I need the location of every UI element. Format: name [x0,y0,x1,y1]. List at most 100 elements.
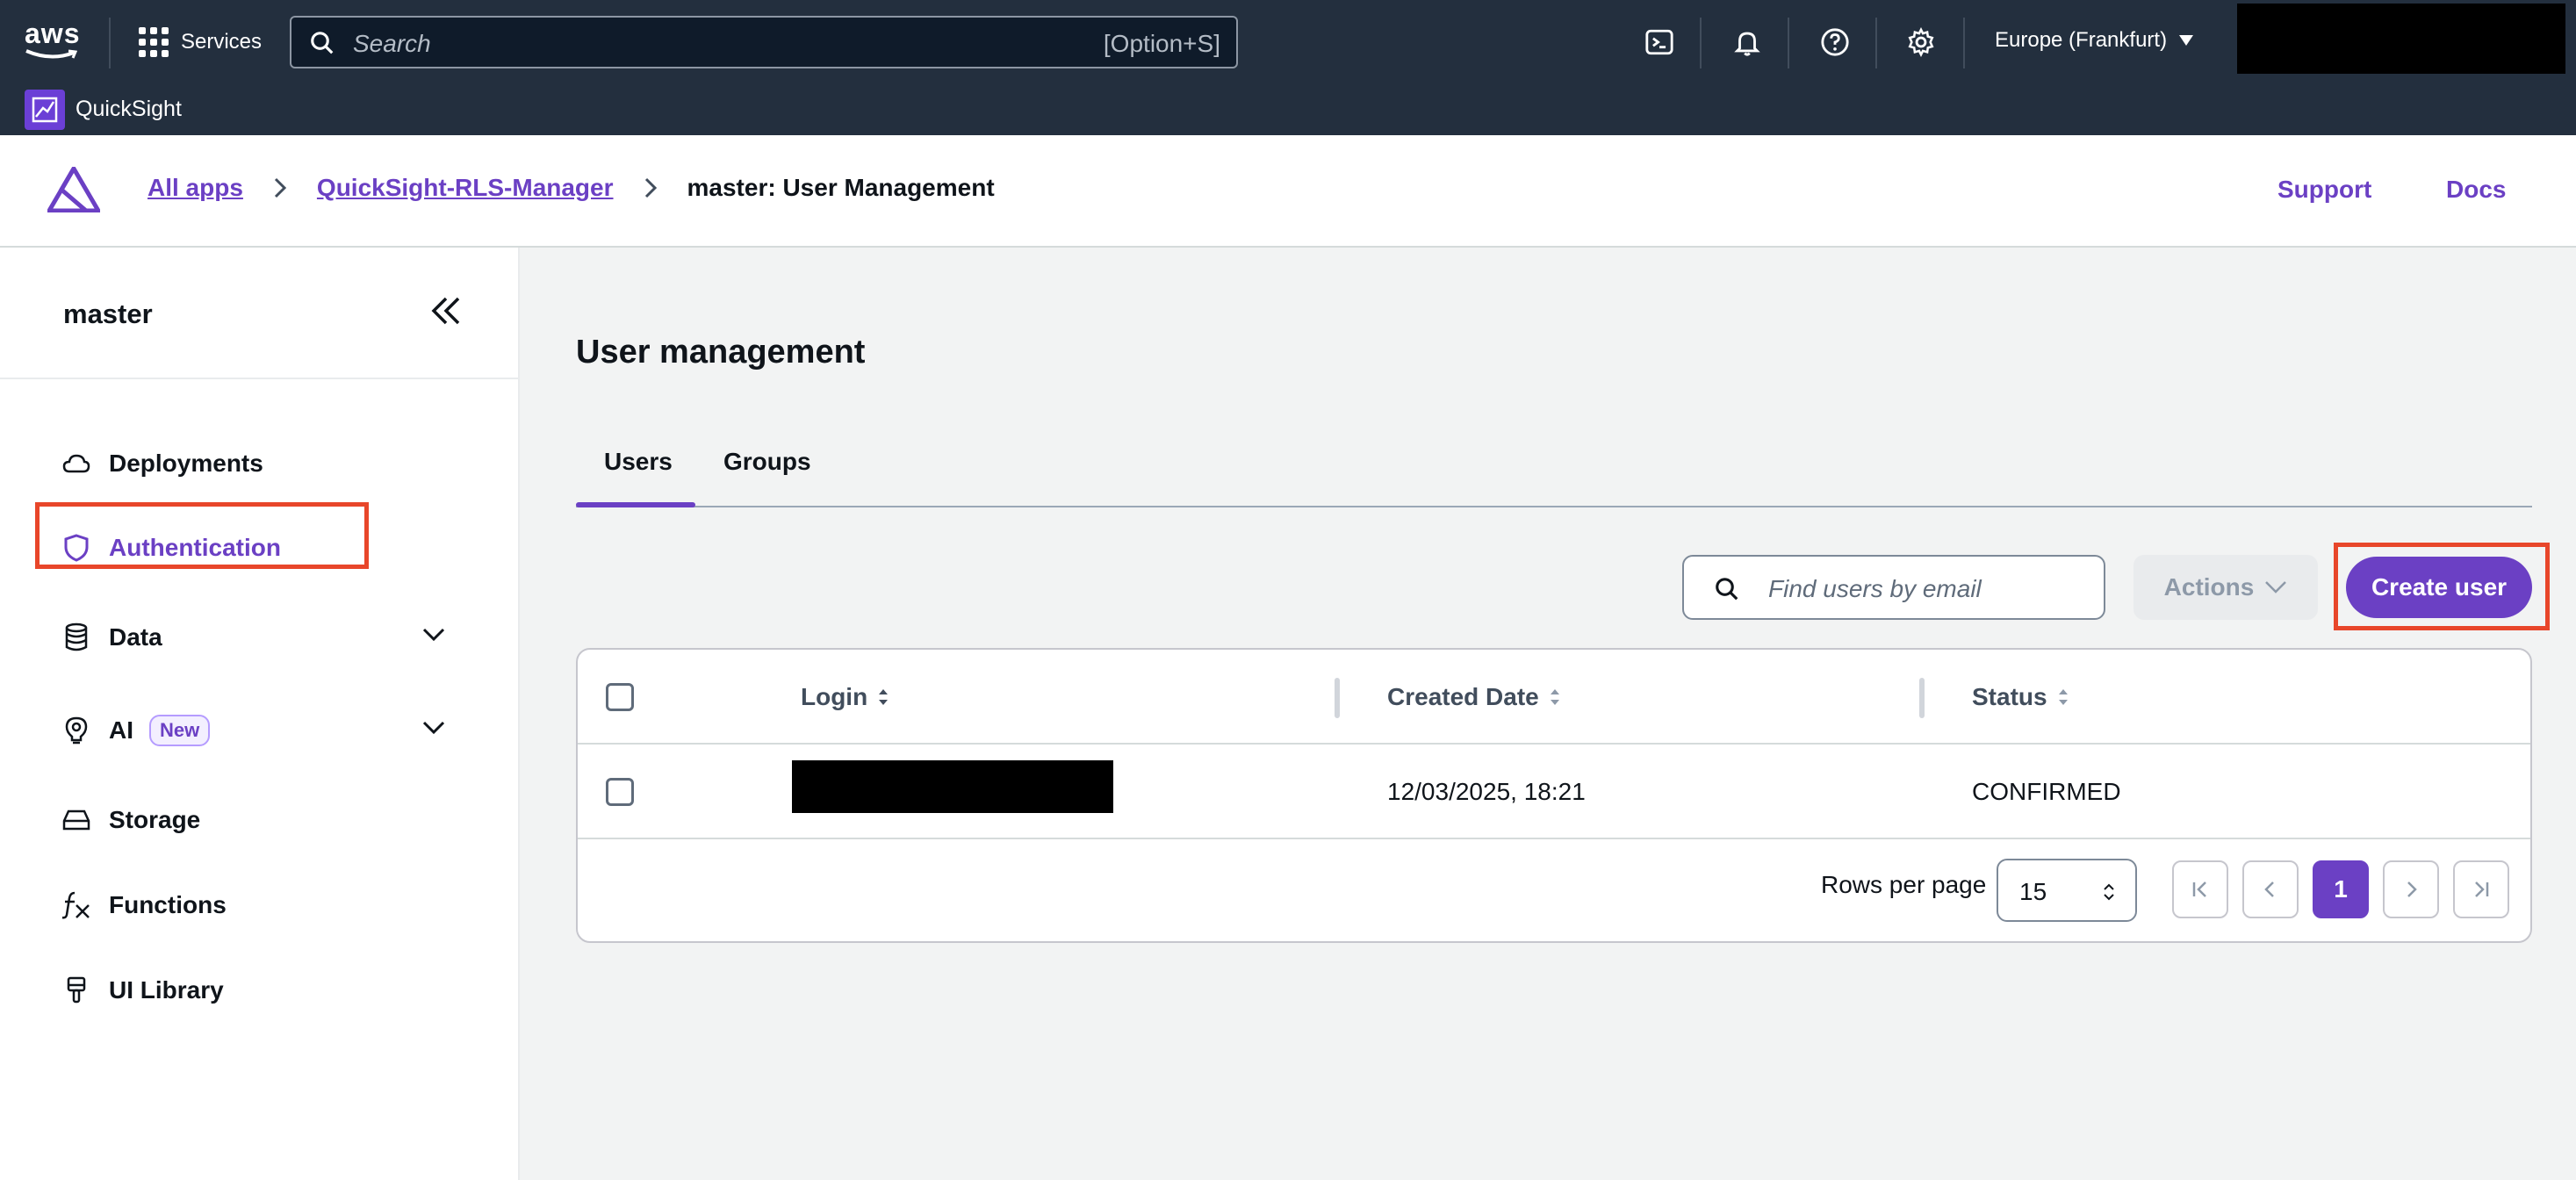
sidebar-item-label: Deployments [109,450,263,477]
new-badge: New [149,715,211,746]
sidebar-item-ai[interactable]: AI New [61,711,211,750]
app-header: All apps QuickSight-RLS-Manager master: … [0,135,2576,248]
bell-icon[interactable] [1730,25,1765,60]
sidebar-title: master [63,299,153,329]
nav-divider [109,18,111,68]
column-label: Status [1972,683,2047,710]
page-title: User management [576,334,866,371]
sort-icon [2058,689,2068,705]
column-label: Login [801,683,868,710]
sidebar-item-deployments[interactable]: Deployments [61,444,263,483]
column-header-created-date[interactable]: Created Date [1387,683,1562,711]
select-all-checkbox[interactable] [606,683,634,711]
sidebar-item-label: Functions [109,891,227,918]
sidebar-item-functions[interactable]: Functions [61,886,227,925]
database-icon [61,622,91,652]
breadcrumb-app[interactable]: QuickSight-RLS-Manager [317,174,614,202]
service-bar: QuickSight [0,86,2576,135]
services-menu[interactable]: Services [139,25,262,60]
sidebar-item-label: Authentication [109,534,281,561]
column-header-status[interactable]: Status [1972,683,2070,711]
page-button-current[interactable]: 1 [2313,860,2369,918]
chevron-down-icon [2265,581,2287,594]
rows-per-page-value: 15 [2019,878,2047,905]
tab-bar: Users Groups [576,439,2532,507]
chevron-down-icon[interactable] [421,627,446,647]
create-user-button[interactable]: Create user [2346,557,2532,618]
column-label: Created Date [1387,683,1539,710]
first-page-button[interactable] [2172,860,2228,918]
storage-icon [61,805,91,835]
last-page-icon [2475,881,2489,897]
sidebar-item-label: Storage [109,806,201,833]
last-page-button[interactable] [2453,860,2509,918]
row-checkbox[interactable] [606,778,634,806]
table-header: Login Created Date Status [578,650,2530,745]
docs-link[interactable]: Docs [2446,176,2506,204]
chevron-left-icon [2264,881,2274,897]
chevron-right-icon [273,176,287,199]
chevron-right-icon [644,176,658,199]
shield-icon [61,533,91,563]
breadcrumb-current: master: User Management [687,174,995,201]
service-name[interactable]: QuickSight [76,97,182,122]
search-placeholder: Search [353,30,431,57]
active-tab-indicator [576,502,695,507]
actions-label: Actions [2163,573,2255,601]
grid-icon [139,27,169,57]
users-table: Login Created Date Status 12/03/2025, 18… [576,648,2532,943]
chevron-down-icon[interactable] [421,720,446,740]
aws-logo[interactable]: aws [25,19,83,61]
search-shortcut: [Option+S] [1103,30,1220,57]
sidebar-item-storage[interactable]: Storage [61,801,200,839]
previous-page-button[interactable] [2242,860,2299,918]
search-icon [311,32,334,54]
find-users-placeholder: Find users by email [1768,575,1982,602]
sidebar: master Deployments Authentication Data A… [0,248,520,1180]
services-label: Services [181,30,263,54]
tab-users[interactable]: Users [604,448,673,476]
region-selector[interactable]: Europe (Frankfurt) [1995,28,2194,53]
amplify-logo-icon[interactable] [45,164,103,217]
sidebar-divider [0,378,520,379]
find-users-input[interactable]: Find users by email [1682,555,2105,620]
cloud-icon [61,449,91,478]
sidebar-item-label: AI [109,716,133,744]
aws-top-nav: aws Services Search [Option+S] Europe (F… [0,0,2576,86]
sort-icon [1550,689,1559,705]
caret-down-icon [2179,35,2194,46]
next-page-button[interactable] [2383,860,2439,918]
created-date-cell: 12/03/2025, 18:21 [1387,778,1586,805]
support-link[interactable]: Support [2277,176,2371,204]
lightbulb-icon [61,716,91,745]
sort-icon [879,689,889,705]
status-cell: CONFIRMED [1972,778,2121,805]
quicksight-logo-icon [25,90,65,130]
actions-button[interactable]: Actions [2133,555,2318,620]
cloudshell-icon[interactable] [1642,25,1677,60]
rows-per-page-select[interactable]: 15 [1997,859,2137,922]
table-row[interactable]: 12/03/2025, 18:21 CONFIRMED [578,745,2530,839]
column-header-login[interactable]: Login [801,683,890,711]
sidebar-item-ui-library[interactable]: UI Library [61,971,224,1010]
settings-gear-icon[interactable] [1903,25,1939,60]
rows-per-page-label: Rows per page [1821,871,1987,898]
sidebar-item-data[interactable]: Data [61,618,162,657]
tab-groups[interactable]: Groups [723,448,811,476]
global-search-input[interactable]: Search [Option+S] [290,16,1238,68]
up-down-caret-icon [2104,883,2114,901]
breadcrumb-all-apps[interactable]: All apps [148,174,243,202]
breadcrumb: All apps QuickSight-RLS-Manager master: … [148,174,995,202]
column-resizer[interactable] [1919,678,1925,718]
sidebar-item-label: Data [109,623,162,651]
account-menu-redacted[interactable] [2237,4,2565,74]
brush-icon [61,975,91,1005]
region-label: Europe (Frankfurt) [1995,28,2168,52]
sidebar-item-authentication[interactable]: Authentication [61,529,281,567]
sidebar-item-label: UI Library [109,976,224,1004]
help-icon[interactable] [1817,25,1853,60]
function-icon [61,890,91,920]
first-page-icon [2192,881,2206,897]
column-resizer[interactable] [1335,678,1340,718]
collapse-sidebar-icon[interactable] [428,293,464,333]
